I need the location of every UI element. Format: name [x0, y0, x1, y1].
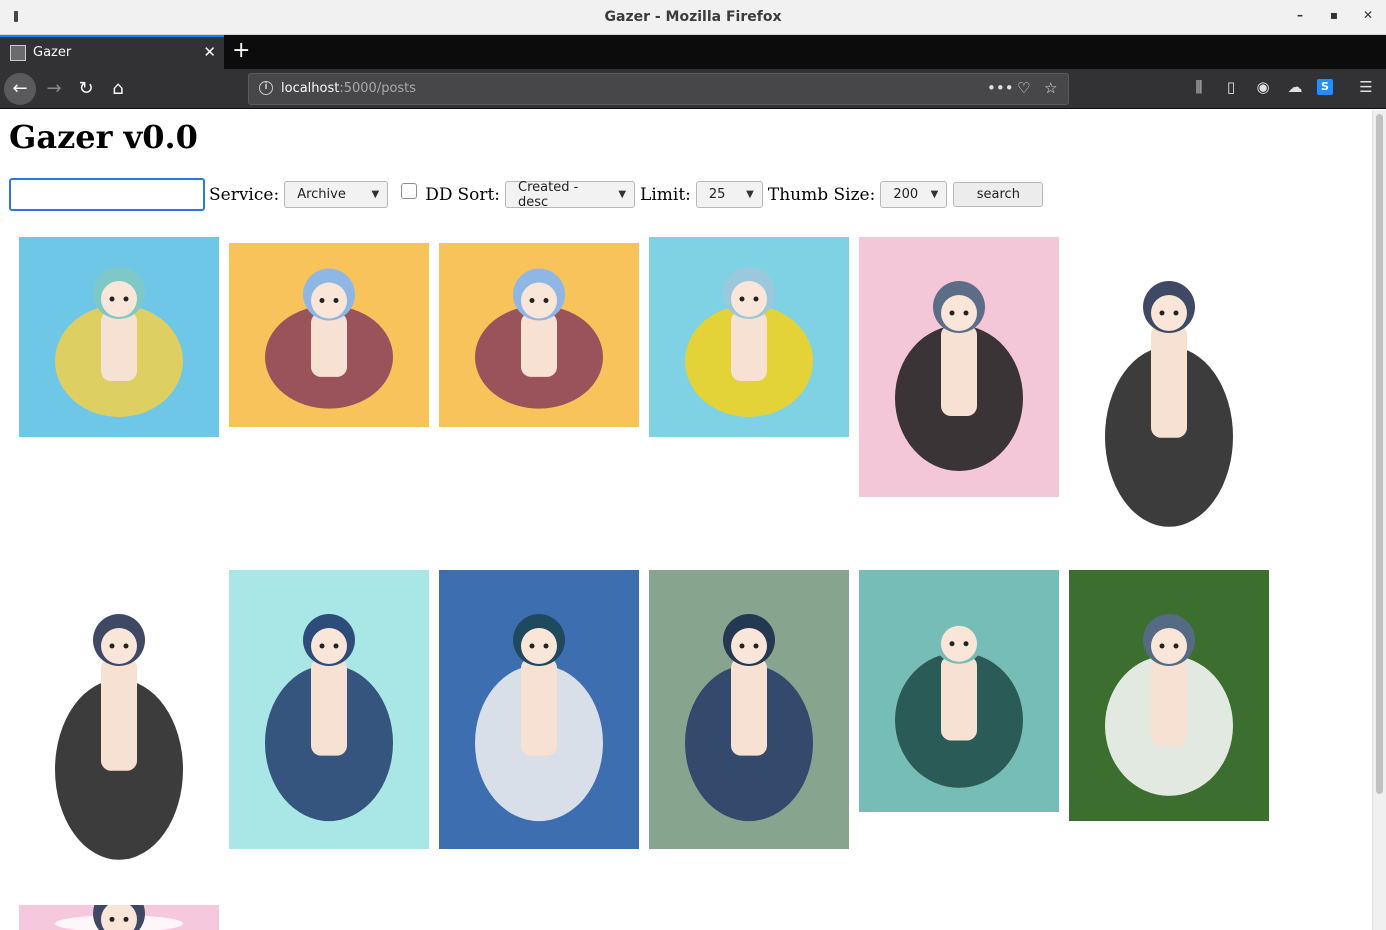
- search-button[interactable]: search: [953, 182, 1044, 207]
- thumbnail-image: [229, 243, 429, 427]
- nav-toolbar: ← → ↻ ⌂ i localhost:5000/posts ••• ♡ ☆ ⫼…: [0, 69, 1386, 109]
- thumbnail-image: [1069, 237, 1269, 559]
- library-icon[interactable]: ⫼: [1189, 78, 1209, 96]
- service-value: Archive: [297, 187, 346, 202]
- tab-label: Gazer: [33, 45, 72, 60]
- thumb-4[interactable]: [649, 237, 849, 437]
- thumb-size-value: 200: [893, 187, 919, 202]
- thumb-7[interactable]: [19, 570, 219, 892]
- sort-select[interactable]: Created - desc ▼: [505, 179, 636, 210]
- thumb-1[interactable]: [19, 237, 219, 437]
- thumbnail-image: [229, 570, 429, 849]
- thumbnail-image: [859, 237, 1059, 497]
- thumb-2[interactable]: [229, 243, 429, 427]
- thumbnail-image: [649, 237, 849, 437]
- reload-icon[interactable]: ↻: [70, 73, 102, 105]
- thumb-6[interactable]: [1069, 237, 1269, 559]
- tab-bar: Gazer ✕ +: [0, 35, 1386, 69]
- thumbnail-image: [859, 570, 1059, 812]
- sidebar-icon[interactable]: ▯: [1221, 78, 1241, 96]
- thumb-3[interactable]: [439, 243, 639, 427]
- chevron-down-icon: ▼: [930, 189, 939, 200]
- site-info-icon[interactable]: i: [259, 81, 273, 95]
- thumbnail-image: [649, 570, 849, 849]
- url-bar[interactable]: i localhost:5000/posts ••• ♡ ☆: [248, 73, 1069, 105]
- chevron-down-icon: ▼: [371, 189, 380, 200]
- dd-checkbox[interactable]: [401, 182, 418, 199]
- favicon-icon: [10, 45, 26, 61]
- new-tab-icon[interactable]: +: [232, 38, 250, 63]
- thumb-10[interactable]: [649, 570, 849, 849]
- extension-icon[interactable]: ☁: [1285, 78, 1305, 96]
- minimize-icon[interactable]: –: [1290, 8, 1310, 26]
- search-form: Service: Archive ▼ DD Sort: Created - des…: [9, 178, 1044, 211]
- bookmark-star-icon[interactable]: ☆: [1044, 79, 1057, 97]
- thumb-8[interactable]: [229, 570, 429, 849]
- thumbnail-image: [19, 237, 219, 437]
- limit-select[interactable]: 25 ▼: [695, 181, 763, 208]
- thumbnail-image: [1069, 570, 1269, 821]
- service-select[interactable]: Archive ▼: [284, 181, 389, 208]
- thumb-11[interactable]: [859, 570, 1059, 812]
- home-icon[interactable]: ⌂: [102, 73, 134, 105]
- thumb-size-select[interactable]: 200 ▼: [880, 181, 948, 208]
- thumb-size-label: Thumb Size:: [767, 184, 876, 205]
- limit-value: 25: [708, 187, 726, 202]
- page-scrollbar[interactable]: [1372, 110, 1386, 930]
- window-title: Gazer - Mozilla Firefox: [604, 9, 782, 25]
- search-input[interactable]: [9, 178, 205, 211]
- dd-label: DD: [425, 184, 453, 205]
- thumbnail-image: [439, 570, 639, 849]
- sort-value: Created - desc: [518, 179, 579, 210]
- page-content: Gazer v0.0 Service: Archive ▼ DD Sort: Cr…: [0, 110, 1372, 930]
- account-icon[interactable]: ◉: [1253, 78, 1273, 96]
- maximize-icon[interactable]: ▪: [1324, 8, 1344, 26]
- thumb-12[interactable]: [1069, 570, 1269, 821]
- limit-label: Limit:: [640, 184, 691, 205]
- page-actions-icon[interactable]: •••: [987, 79, 1014, 97]
- close-window-icon[interactable]: ✕: [1358, 8, 1378, 26]
- back-arrow-icon[interactable]: ←: [4, 73, 36, 105]
- close-tab-icon[interactable]: ✕: [203, 43, 216, 61]
- thumbnail-image: [19, 570, 219, 892]
- tab-gazer[interactable]: Gazer ✕: [0, 35, 224, 69]
- window-titlebar: Gazer - Mozilla Firefox – ▪ ✕: [0, 0, 1386, 35]
- pocket-icon[interactable]: ♡: [1017, 79, 1030, 97]
- chevron-down-icon: ▼: [618, 189, 627, 200]
- chevron-down-icon: ▼: [746, 189, 754, 200]
- extension-s-icon[interactable]: S: [1317, 79, 1333, 95]
- hamburger-menu-icon[interactable]: ☰: [1356, 78, 1376, 96]
- thumbnail-image: [19, 905, 219, 930]
- service-label: Service:: [209, 184, 280, 205]
- scrollbar-thumb[interactable]: [1376, 114, 1383, 794]
- forward-arrow-icon[interactable]: →: [38, 73, 70, 105]
- thumb-5[interactable]: [859, 237, 1059, 497]
- thumb-13[interactable]: [19, 905, 219, 930]
- thumbnail-image: [439, 243, 639, 427]
- sort-label: Sort:: [457, 184, 501, 205]
- page-title: Gazer v0.0: [9, 118, 198, 156]
- url-text: localhost:5000/posts: [281, 81, 417, 96]
- thumb-9[interactable]: [439, 570, 639, 849]
